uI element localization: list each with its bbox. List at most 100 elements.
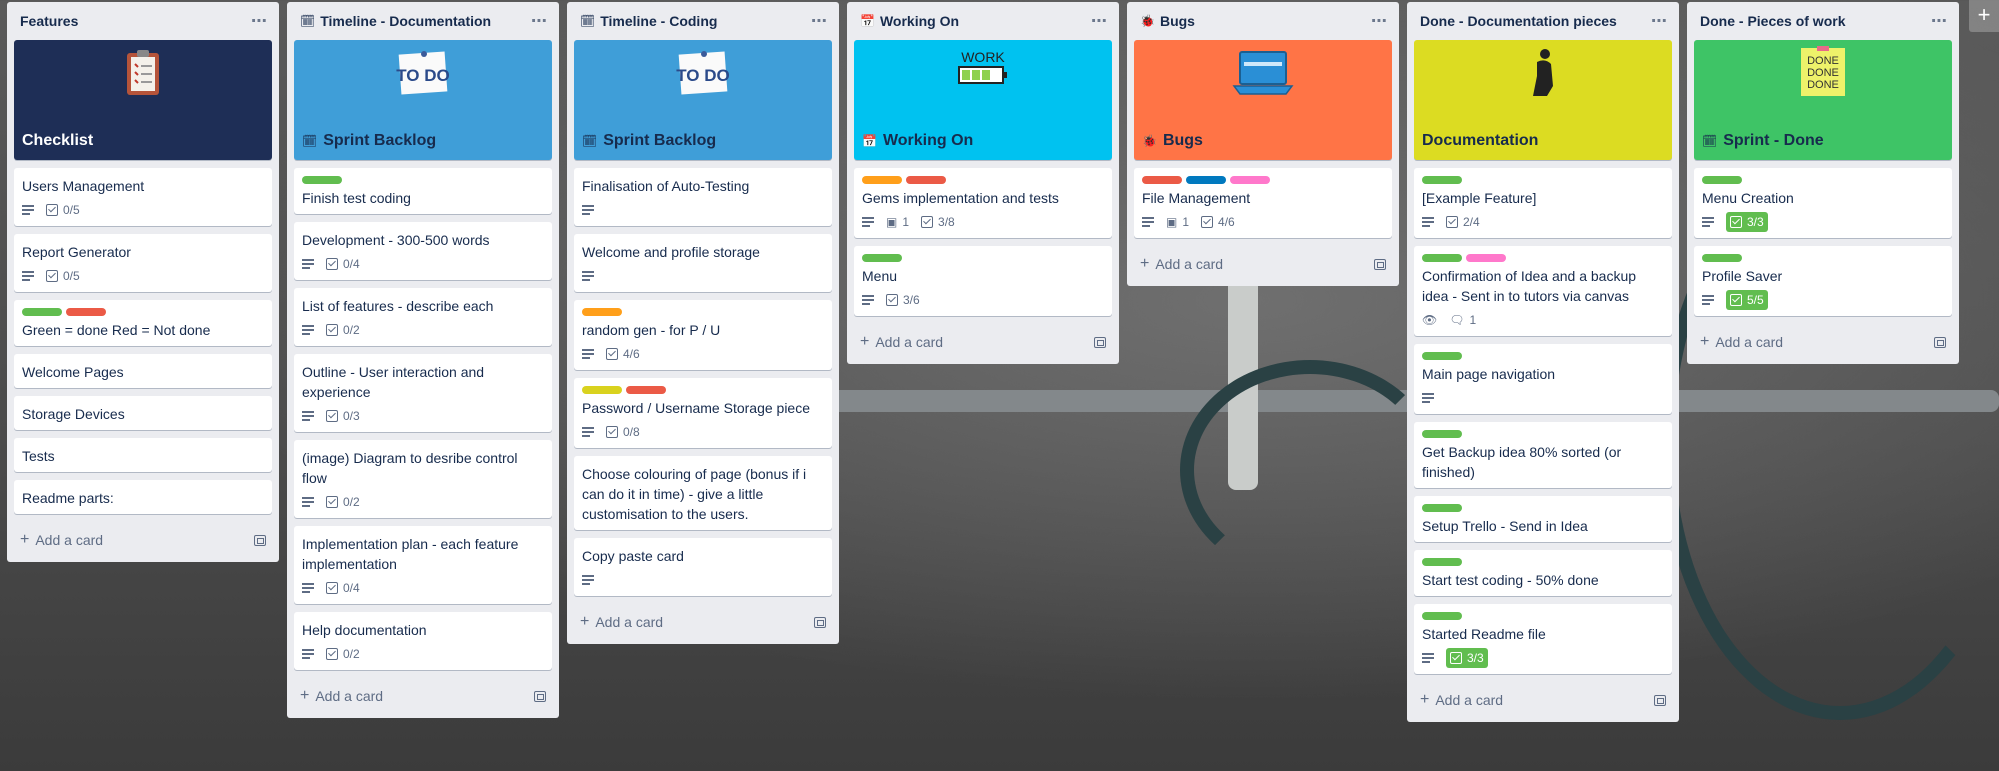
card-label[interactable] <box>1422 558 1462 566</box>
add-card-button[interactable]: + Add a card <box>580 613 663 631</box>
card-label[interactable] <box>862 254 902 262</box>
card-label[interactable] <box>582 308 622 316</box>
card-label[interactable] <box>1422 254 1462 262</box>
card[interactable]: Copy paste card <box>574 538 832 596</box>
card[interactable]: (image) Diagram to desribe control flow 0… <box>294 440 552 518</box>
card[interactable]: Choose colouring of page (bonus if i can… <box>574 456 832 530</box>
list-menu-icon[interactable]: ⋯ <box>811 11 828 31</box>
create-from-template-icon[interactable] <box>814 616 826 628</box>
list-menu-icon[interactable]: ⋯ <box>1091 11 1108 31</box>
card-label[interactable] <box>1702 254 1742 262</box>
card[interactable]: Welcome and profile storage <box>574 234 832 292</box>
list-header[interactable]: 📅 Working On ⋯ <box>854 2 1112 40</box>
plus-icon: + <box>1700 333 1710 350</box>
card-badges: 3/6 <box>862 290 1104 310</box>
card-label[interactable] <box>1422 176 1462 184</box>
card-label[interactable] <box>1422 612 1462 620</box>
card[interactable]: Confirmation of Idea and a backup idea -… <box>1414 246 1672 336</box>
show-menu-button[interactable]: + <box>1969 0 1999 32</box>
add-card-button[interactable]: + Add a card <box>860 333 943 351</box>
add-card-button[interactable]: + Add a card <box>1420 691 1503 709</box>
card[interactable]: Menu Creation 3/3 <box>1694 168 1952 238</box>
cover-card[interactable]: TO DO 🗓 Sprint Backlog <box>294 40 552 160</box>
card[interactable]: Finalisation of Auto-Testing <box>574 168 832 226</box>
cover-card[interactable]: Checklist <box>14 40 272 160</box>
card[interactable]: Start test coding - 50% done <box>1414 550 1672 596</box>
checklist-icon <box>326 582 338 594</box>
cover-card[interactable]: 🐞 Bugs <box>1134 40 1392 160</box>
cover-card[interactable]: Documentation <box>1414 40 1672 160</box>
card-label[interactable] <box>626 386 666 394</box>
list-header[interactable]: Done - Pieces of work ⋯ <box>1694 2 1952 40</box>
card[interactable]: Menu 3/6 <box>854 246 1112 316</box>
card-label[interactable] <box>1230 176 1270 184</box>
card-labels <box>1702 254 1944 262</box>
card-label[interactable] <box>1422 430 1462 438</box>
card[interactable]: List of features - describe each 0/2 <box>294 288 552 346</box>
create-from-template-icon[interactable] <box>534 690 546 702</box>
cover-card-title: 🗓 Sprint Backlog <box>582 132 716 150</box>
card[interactable]: Setup Trello - Send in Idea <box>1414 496 1672 542</box>
create-from-template-icon[interactable] <box>1654 694 1666 706</box>
card-label[interactable] <box>1466 254 1506 262</box>
list-menu-icon[interactable]: ⋯ <box>1371 11 1388 31</box>
card[interactable]: Outline - User interaction and experienc… <box>294 354 552 432</box>
card-label[interactable] <box>302 176 342 184</box>
card[interactable]: Readme parts: <box>14 480 272 514</box>
add-card-button[interactable]: + Add a card <box>1700 333 1783 351</box>
card[interactable]: File Management ▣ 1 4/6 <box>1134 168 1392 238</box>
list-menu-icon[interactable]: ⋯ <box>1931 11 1948 31</box>
card[interactable]: Profile Saver 5/5 <box>1694 246 1952 316</box>
list-header[interactable]: Done - Documentation pieces ⋯ <box>1414 2 1672 40</box>
list-header[interactable]: 🐞 Bugs ⋯ <box>1134 2 1392 40</box>
card[interactable]: Welcome Pages <box>14 354 272 388</box>
card[interactable]: random gen - for P / U 4/6 <box>574 300 832 370</box>
card-label[interactable] <box>66 308 106 316</box>
card-label[interactable] <box>862 176 902 184</box>
cover-card[interactable]: DONE DONE DONE 🗓 Sprint - Done <box>1694 40 1952 160</box>
list-menu-icon[interactable]: ⋯ <box>531 11 548 31</box>
card[interactable]: Help documentation 0/2 <box>294 612 552 670</box>
card[interactable]: Started Readme file 3/3 <box>1414 604 1672 674</box>
add-card-button[interactable]: + Add a card <box>300 687 383 705</box>
card-label[interactable] <box>1702 176 1742 184</box>
card[interactable]: Tests <box>14 438 272 472</box>
create-from-template-icon[interactable] <box>1934 336 1946 348</box>
checklist-icon <box>1730 294 1742 306</box>
card-label[interactable] <box>906 176 946 184</box>
create-from-template-icon[interactable] <box>1094 336 1106 348</box>
create-from-template-icon[interactable] <box>1374 258 1386 270</box>
card-label[interactable] <box>1422 352 1462 360</box>
card[interactable]: Get Backup idea 80% sorted (or finished) <box>1414 422 1672 488</box>
list-menu-icon[interactable]: ⋯ <box>1651 11 1668 31</box>
add-card-button[interactable]: + Add a card <box>1140 255 1223 273</box>
card[interactable]: Main page navigation <box>1414 344 1672 414</box>
list-header[interactable]: 🗓 Timeline - Documentation ⋯ <box>294 2 552 40</box>
card[interactable]: Implementation plan - each feature imple… <box>294 526 552 604</box>
card-label[interactable] <box>1422 504 1462 512</box>
cover-card[interactable]: TO DO 🗓 Sprint Backlog <box>574 40 832 160</box>
card[interactable]: Gems implementation and tests ▣ 1 3/8 <box>854 168 1112 238</box>
card[interactable]: Storage Devices <box>14 396 272 430</box>
cover-emoji-icon: 📅 <box>862 134 877 148</box>
add-card-button[interactable]: + Add a card <box>20 531 103 549</box>
card-title: Started Readme file <box>1422 626 1546 642</box>
card-label[interactable] <box>582 386 622 394</box>
card-label[interactable] <box>1142 176 1182 184</box>
card-label[interactable] <box>22 308 62 316</box>
cover-card[interactable]: WORK 📅 Working On <box>854 40 1112 160</box>
list-header[interactable]: Features ⋯ <box>14 2 272 40</box>
list-header[interactable]: 🗓 Timeline - Coding ⋯ <box>574 2 832 40</box>
card[interactable]: Report Generator 0/5 <box>14 234 272 292</box>
card[interactable]: Development - 300-500 words 0/4 <box>294 222 552 280</box>
card[interactable]: Finish test coding <box>294 168 552 214</box>
board: Features ⋯ Checklist Users Management 0/5 Rep… <box>7 2 1959 722</box>
card[interactable]: Green = done Red = Not done <box>14 300 272 346</box>
card[interactable]: Users Management 0/5 <box>14 168 272 226</box>
card[interactable]: [Example Feature] 2/4 <box>1414 168 1672 238</box>
list-menu-icon[interactable]: ⋯ <box>251 11 268 31</box>
card-label[interactable] <box>1186 176 1226 184</box>
create-from-template-icon[interactable] <box>254 534 266 546</box>
checklist-icon <box>46 204 58 216</box>
card[interactable]: Password / Username Storage piece 0/8 <box>574 378 832 448</box>
